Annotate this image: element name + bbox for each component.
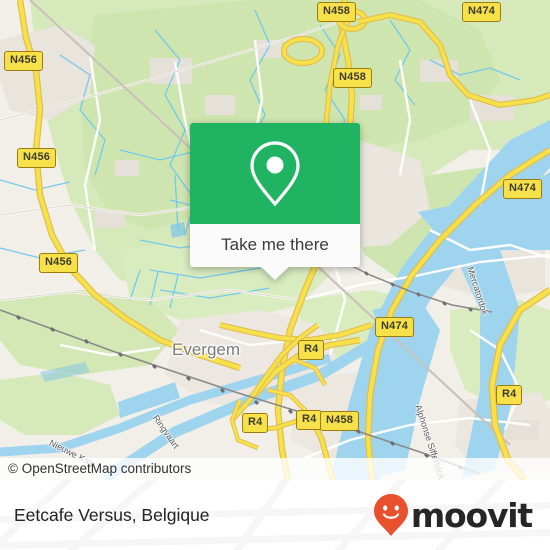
road-shield-n458: N458 [320, 411, 360, 431]
map-pin-icon [250, 140, 300, 206]
road-shield-n474: N474 [462, 2, 502, 22]
road-shield-n474: N474 [503, 179, 543, 199]
map-canvas[interactable]: N458 N474 N456 N458 N456 N474 N456 N474 R4 R4 N458… [0, 0, 550, 480]
popup-header [190, 123, 360, 224]
road-shield-r4: R4 [298, 340, 325, 360]
road-shield-r4: R4 [496, 385, 523, 405]
footer-bar: Eetcafe Versus, Belgique moovit [0, 480, 550, 550]
road-shield-r4: R4 [242, 413, 269, 433]
road-shield-n458: N458 [333, 68, 373, 88]
osm-attribution[interactable]: © OpenStreetMap contributors [0, 458, 550, 480]
road-shield-n474: N474 [375, 317, 415, 337]
moovit-logo[interactable]: moovit [373, 493, 533, 537]
moovit-wordmark: moovit [410, 495, 533, 535]
screenshot-root: N458 N474 N456 N458 N456 N474 N456 N474 R4 R4 N458… [0, 0, 550, 550]
location-popup-card[interactable]: Take me there [190, 123, 360, 280]
road-shield-n456: N456 [39, 253, 79, 273]
moovit-smiley-pin-icon [373, 494, 408, 536]
take-me-there-label: Take me there [221, 235, 329, 254]
popup-action-bar[interactable]: Take me there [190, 224, 360, 267]
popup-pointer-tail [260, 266, 290, 280]
road-shield-n456: N456 [4, 51, 44, 71]
place-title: Eetcafe Versus, Belgique [14, 504, 210, 525]
road-shield-n456: N456 [17, 148, 57, 168]
road-shield-r4: R4 [296, 410, 323, 430]
place-label-evergem: Evergem [172, 340, 241, 359]
road-shield-n458: N458 [317, 2, 357, 22]
